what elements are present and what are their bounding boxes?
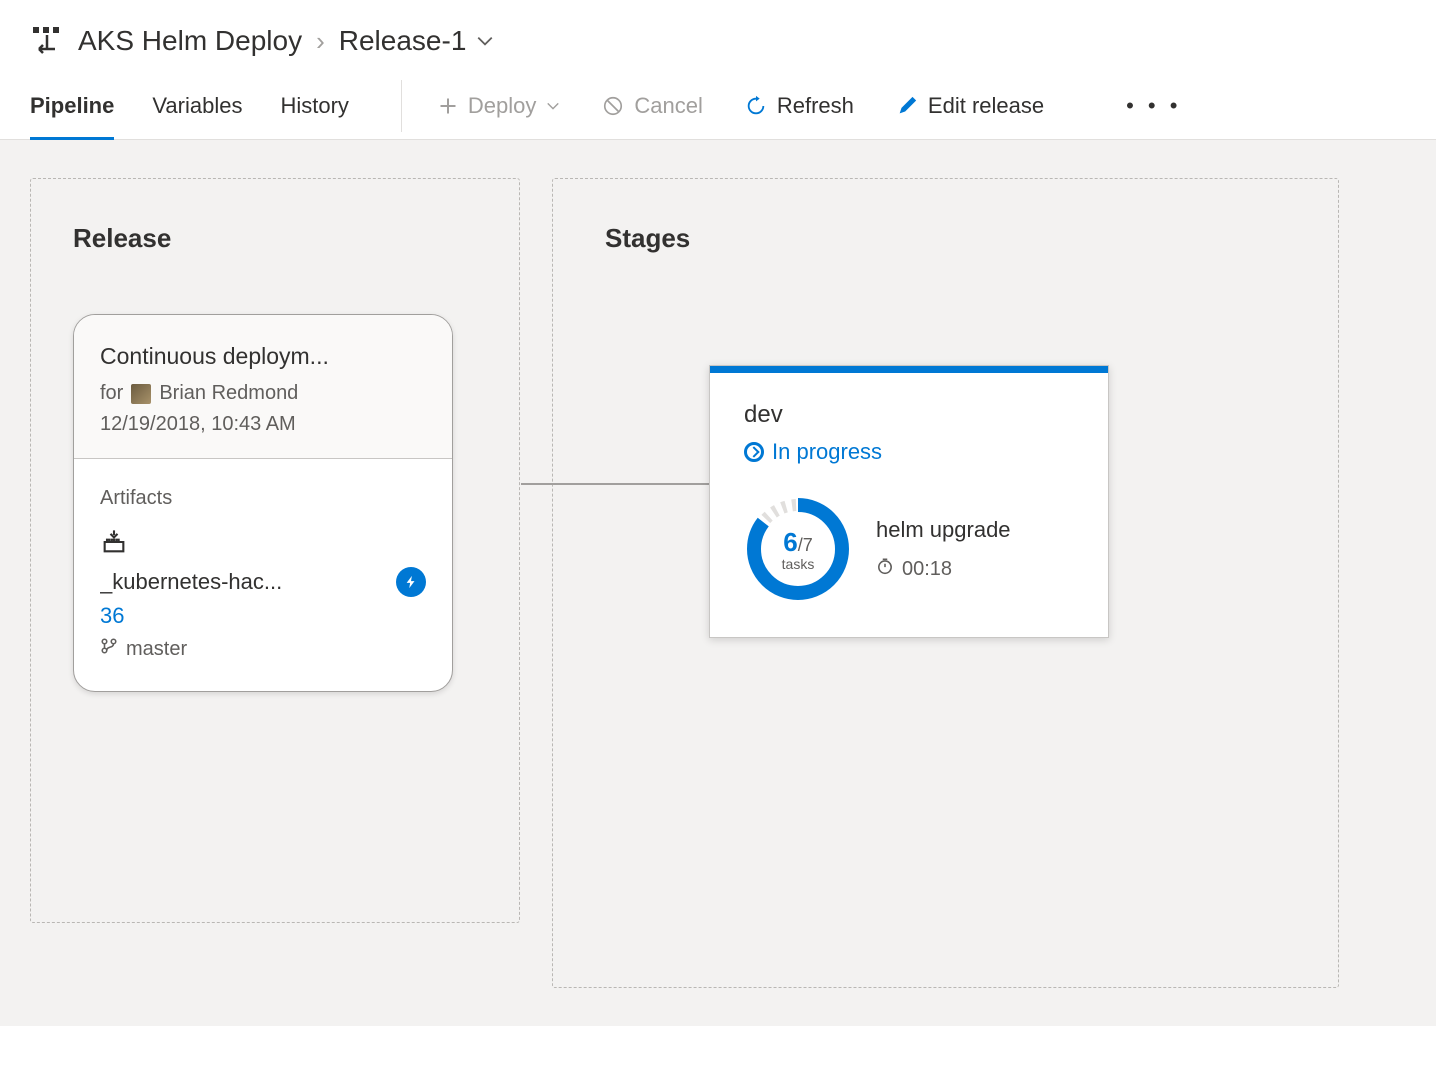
tasks-label: tasks xyxy=(782,556,815,572)
breadcrumb-pipeline-name[interactable]: AKS Helm Deploy xyxy=(78,25,302,57)
branch-icon xyxy=(100,637,118,661)
current-task-name: helm upgrade xyxy=(876,517,1011,543)
artifact-branch-row: master xyxy=(100,637,426,661)
tasks-total-count: /7 xyxy=(798,535,813,555)
release-panel-title: Release xyxy=(73,223,477,254)
tab-pipeline[interactable]: Pipeline xyxy=(30,72,114,139)
stage-name: dev xyxy=(744,401,1074,429)
stage-card-body: dev In progress 6/7 xyxy=(710,373,1108,637)
toolbar: Pipeline Variables History Deploy Cancel… xyxy=(0,72,1436,140)
release-card[interactable]: Continuous deploym... for Brian Redmond … xyxy=(73,314,453,692)
stages-panel: Stages dev In progress xyxy=(552,178,1339,988)
stage-connector-line xyxy=(521,483,709,485)
refresh-button[interactable]: Refresh xyxy=(745,93,854,119)
stage-task-row: 6/7 tasks helm upgrade 00:18 xyxy=(744,495,1074,603)
for-prefix: for xyxy=(100,382,123,405)
task-elapsed-time: 00:18 xyxy=(902,558,952,581)
toolbar-actions: Deploy Cancel Refresh Edit release • • • xyxy=(438,93,1182,119)
cancel-button[interactable]: Cancel xyxy=(602,93,702,119)
release-trigger-title: Continuous deploym... xyxy=(100,343,426,370)
artifacts-label: Artifacts xyxy=(100,487,426,510)
stages-panel-title: Stages xyxy=(605,223,1286,254)
breadcrumb-separator-icon: › xyxy=(316,26,325,57)
release-timestamp: 12/19/2018, 10:43 AM xyxy=(100,413,426,436)
stage-status-link[interactable]: In progress xyxy=(744,439,1074,465)
release-card-header: Continuous deploym... for Brian Redmond … xyxy=(74,315,452,459)
stopwatch-icon xyxy=(876,557,894,581)
chevron-down-icon xyxy=(546,99,560,113)
task-info: helm upgrade 00:18 xyxy=(876,517,1011,581)
release-card-artifacts: Artifacts _kubernetes-hac... 36 master xyxy=(74,459,452,691)
cancel-icon xyxy=(602,95,624,117)
edit-icon xyxy=(896,95,918,117)
refresh-label: Refresh xyxy=(777,93,854,119)
trigger-bolt-icon xyxy=(396,567,426,597)
task-progress-donut: 6/7 tasks xyxy=(744,495,852,603)
chevron-down-icon xyxy=(476,25,494,57)
task-elapsed-row: 00:18 xyxy=(876,557,1011,581)
artifact-build-number[interactable]: 36 xyxy=(100,603,426,629)
deploy-label: Deploy xyxy=(468,93,536,119)
release-panel: Release Continuous deploym... for Brian … xyxy=(30,178,520,923)
in-progress-icon xyxy=(744,442,764,462)
deploy-button[interactable]: Deploy xyxy=(438,93,560,119)
refresh-icon xyxy=(745,95,767,117)
pipeline-definition-icon xyxy=(30,24,64,58)
artifact-name: _kubernetes-hac... xyxy=(100,569,282,595)
artifact-build-icon xyxy=(100,528,426,561)
stage-status-text: In progress xyxy=(772,439,882,465)
stage-card-dev[interactable]: dev In progress 6/7 xyxy=(709,365,1109,638)
release-user-name: Brian Redmond xyxy=(159,382,298,405)
toolbar-separator xyxy=(401,80,402,132)
pipeline-canvas: Release Continuous deploym... for Brian … xyxy=(0,140,1436,1026)
tab-variables[interactable]: Variables xyxy=(152,72,242,139)
more-actions-button[interactable]: • • • xyxy=(1126,93,1181,119)
page-header: AKS Helm Deploy › Release-1 xyxy=(0,0,1436,72)
stage-status-bar xyxy=(710,366,1108,373)
tab-history[interactable]: History xyxy=(280,72,348,139)
tasks-done-count: 6 xyxy=(783,527,797,557)
tab-bar: Pipeline Variables History xyxy=(30,72,349,139)
plus-icon xyxy=(438,96,458,116)
artifact-row[interactable]: _kubernetes-hac... xyxy=(100,567,426,597)
cancel-label: Cancel xyxy=(634,93,702,119)
avatar xyxy=(131,384,151,404)
artifact-branch-name: master xyxy=(126,638,187,661)
release-requested-for: for Brian Redmond xyxy=(100,382,426,405)
edit-release-label: Edit release xyxy=(928,93,1044,119)
edit-release-button[interactable]: Edit release xyxy=(896,93,1044,119)
release-selector[interactable]: Release-1 xyxy=(339,25,495,57)
breadcrumb-release-name: Release-1 xyxy=(339,25,467,57)
